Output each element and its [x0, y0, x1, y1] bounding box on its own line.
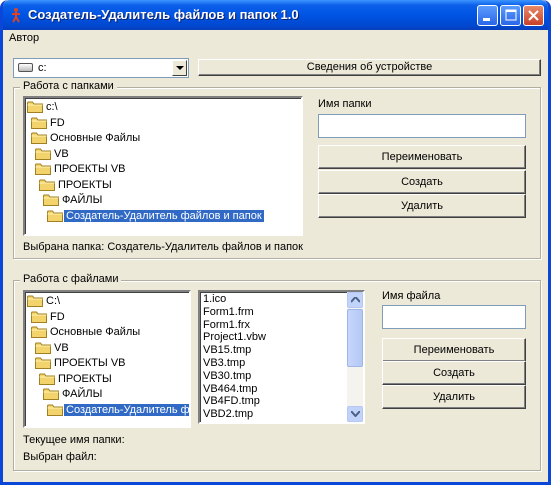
menu-item-author[interactable]: Автор	[9, 32, 39, 44]
file-delete-button[interactable]: Удалить	[382, 385, 526, 409]
files-group-legend: Работа с файлами	[20, 273, 122, 285]
folder-name-label: Имя папки	[318, 98, 372, 110]
tree-item-label: Создатель-Удалитель файлов и папок	[64, 403, 189, 416]
tree-item-label: ФАЙЛЫ	[62, 388, 103, 400]
current-folder-text: Текущее имя папки:	[23, 434, 125, 446]
tree-item-label: C:\	[46, 295, 61, 307]
list-item[interactable]: Form1.frm	[203, 306, 254, 318]
folder-icon	[47, 210, 63, 222]
list-item[interactable]: VB3.tmp	[203, 357, 245, 369]
title-bar[interactable]: Создатель-Удалитель файлов и папок 1.0	[3, 0, 548, 30]
selected-folder-text: Выбрана папка: Создатель-Удалитель файло…	[23, 241, 303, 253]
file-name-input[interactable]	[382, 305, 526, 329]
scroll-down-button[interactable]	[347, 406, 363, 422]
list-item[interactable]: VB15.tmp	[203, 344, 251, 356]
app-icon	[12, 8, 20, 23]
close-icon	[528, 10, 539, 21]
maximize-button[interactable]	[500, 5, 521, 26]
folder-icon	[31, 311, 47, 323]
file-delete-button-label: Удалить	[433, 391, 475, 403]
list-item[interactable]: VB4FD.tmp	[203, 395, 260, 407]
folder-icon	[31, 132, 47, 144]
tree-item-label: ФАЙЛЫ	[62, 194, 103, 206]
folder-create-button[interactable]: Создать	[318, 170, 526, 194]
folder-tree[interactable]: c:\ FD Основные Файлы VB ПРОЕКТЫ VB ПРОЕКТЫ ФА…	[23, 96, 303, 236]
tree-item-label: VB	[54, 147, 69, 160]
folder-icon	[43, 388, 59, 400]
minimize-icon	[483, 18, 490, 21]
drive-select[interactable]: c:	[13, 58, 189, 78]
folder-rename-button-label: Переименовать	[381, 151, 463, 163]
drive-icon	[18, 63, 33, 72]
folder-rename-button[interactable]: Переименовать	[318, 145, 526, 169]
file-create-button-label: Создать	[433, 367, 475, 379]
folder-icon	[35, 357, 51, 369]
list-item[interactable]: Form1.frx	[203, 319, 250, 331]
tree-item-label: Основные Файлы	[50, 132, 141, 144]
folder-icon	[27, 295, 43, 307]
scroll-thumb[interactable]	[347, 309, 363, 367]
list-item[interactable]: VB464.tmp	[203, 383, 257, 395]
chevron-down-icon	[176, 66, 184, 70]
folder-icon	[35, 163, 51, 175]
list-item[interactable]: Project1.vbw	[203, 331, 266, 343]
folder-name-input[interactable]	[318, 114, 526, 138]
folder-icon	[27, 101, 43, 113]
device-info-button-label: Сведения об устройстве	[306, 61, 433, 73]
maximize-icon	[505, 9, 517, 21]
dropdown-arrow[interactable]	[172, 60, 187, 76]
window-title: Создатель-Удалитель файлов и папок 1.0	[28, 7, 299, 22]
menu-bar: Автор	[3, 30, 548, 48]
device-info-button[interactable]: Сведения об устройстве	[198, 59, 541, 76]
chevron-up-icon	[351, 297, 360, 303]
selected-file-text: Выбран файл:	[23, 451, 97, 463]
folder-delete-button-label: Удалить	[401, 200, 443, 212]
folder-delete-button[interactable]: Удалить	[318, 194, 526, 218]
tree-item-label: ПРОЕКТЫ VB	[54, 357, 126, 369]
file-folder-tree[interactable]: C:\ FD Основные Файлы VB ПРОЕКТЫ VB ПРОЕКТЫ ФА…	[23, 290, 191, 428]
folder-icon	[31, 326, 47, 338]
file-list[interactable]: 1.ico Form1.frm Form1.frx Project1.vbw VB15.…	[198, 290, 365, 424]
folder-icon	[47, 404, 63, 416]
tree-item-label: ПРОЕКТЫ VB	[54, 163, 126, 175]
drive-select-value: c:	[38, 62, 47, 74]
folder-icon	[35, 342, 51, 354]
folder-icon	[31, 117, 47, 129]
file-list-scrollbar[interactable]	[347, 292, 363, 422]
folder-icon	[43, 194, 59, 206]
tree-item-label: Создатель-Удалитель файлов и папок	[64, 209, 264, 222]
tree-item-label: FD	[50, 116, 65, 129]
tree-item-label: ПРОЕКТЫ	[58, 178, 112, 191]
scroll-up-button[interactable]	[347, 292, 363, 308]
folder-icon	[39, 179, 55, 191]
folder-create-button-label: Создать	[401, 176, 443, 188]
close-button[interactable]	[523, 5, 544, 26]
folders-group-legend: Работа с папками	[20, 80, 117, 92]
list-item[interactable]: VBD2.tmp	[203, 408, 253, 420]
file-rename-button-label: Переименовать	[413, 344, 495, 356]
file-create-button[interactable]: Создать	[382, 361, 526, 385]
folder-icon	[35, 148, 51, 160]
minimize-button[interactable]	[477, 5, 498, 26]
tree-item-label: FD	[50, 310, 65, 323]
tree-item-label: Основные Файлы	[50, 326, 141, 338]
tree-item-label: ПРОЕКТЫ	[58, 372, 112, 385]
list-item[interactable]: 1.ico	[203, 293, 226, 305]
chevron-down-icon	[351, 411, 360, 417]
file-name-label: Имя файла	[382, 290, 441, 302]
list-item[interactable]: VB30.tmp	[203, 370, 251, 382]
tree-item-label: c:\	[46, 101, 58, 113]
main-window: Создатель-Удалитель файлов и папок 1.0 А…	[0, 0, 551, 485]
file-rename-button[interactable]: Переименовать	[382, 338, 526, 362]
tree-item-label: VB	[54, 341, 69, 354]
folder-icon	[39, 373, 55, 385]
